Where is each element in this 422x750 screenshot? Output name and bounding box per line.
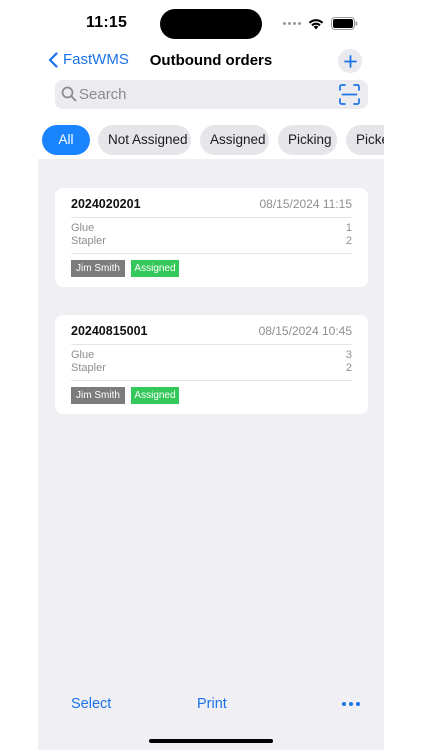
item-name: Stapler [71, 362, 106, 374]
filter-chip-not-assigned[interactable]: Not Assigned [98, 125, 191, 155]
card-divider [71, 344, 352, 345]
app-screen: 11:15 FastWMS Outbound orders Search All… [0, 0, 422, 750]
filter-chip-picking[interactable]: Picking [278, 125, 337, 155]
back-button[interactable]: FastWMS [48, 51, 129, 68]
item-quantity: 3 [345, 349, 352, 361]
search-icon [61, 86, 77, 102]
order-number: 2024020201 [71, 197, 141, 211]
filter-chip-all[interactable]: All [42, 125, 90, 155]
item-quantity: 2 [345, 362, 352, 374]
ellipsis-icon [342, 702, 346, 706]
home-indicator [149, 739, 273, 743]
battery-icon [331, 16, 358, 30]
order-date: 08/15/2024 10:45 [258, 324, 352, 338]
assignee-tag: Jim Smith [71, 260, 125, 277]
order-card[interactable]: 2024020201 08/15/2024 11:15 Glue 1 Stapl… [55, 188, 368, 287]
dynamic-island [160, 9, 262, 39]
status-badge: Assigned [131, 387, 179, 404]
navigation-bar: FastWMS Outbound orders [38, 46, 384, 76]
order-date: 08/15/2024 11:15 [259, 197, 352, 211]
card-divider [71, 380, 352, 381]
filter-chip-assigned[interactable]: Assigned [200, 125, 269, 155]
status-badge: Assigned [131, 260, 179, 277]
assignee-tag: Jim Smith [71, 387, 125, 404]
status-bar: 11:15 [0, 0, 422, 46]
item-name: Glue [71, 349, 95, 361]
print-button[interactable]: Print [197, 696, 227, 712]
card-divider [71, 217, 352, 218]
more-options-button[interactable] [342, 702, 360, 706]
item-quantity: 1 [345, 222, 352, 234]
barcode-scan-icon[interactable] [339, 84, 360, 105]
search-input[interactable] [79, 84, 329, 105]
status-filter-bar: All Not Assigned Assigned Picking Picked [38, 123, 384, 157]
wifi-icon [308, 18, 324, 29]
item-name: Glue [71, 222, 95, 234]
back-button-label: FastWMS [63, 51, 129, 68]
status-icons [283, 14, 358, 32]
chevron-left-icon [48, 51, 58, 68]
cellular-signal-icon [283, 21, 301, 25]
order-card[interactable]: 20240815001 08/15/2024 10:45 Glue 3 Stap… [55, 315, 368, 414]
item-name: Stapler [71, 235, 106, 247]
plus-icon [343, 54, 357, 68]
select-button[interactable]: Select [71, 696, 111, 712]
card-divider [71, 253, 352, 254]
item-quantity: 2 [345, 235, 352, 247]
filter-chip-picked[interactable]: Picked [346, 125, 384, 155]
order-number: 20240815001 [71, 324, 148, 338]
search-bar [55, 80, 368, 109]
status-time: 11:15 [86, 14, 128, 31]
add-order-button[interactable] [338, 49, 362, 73]
